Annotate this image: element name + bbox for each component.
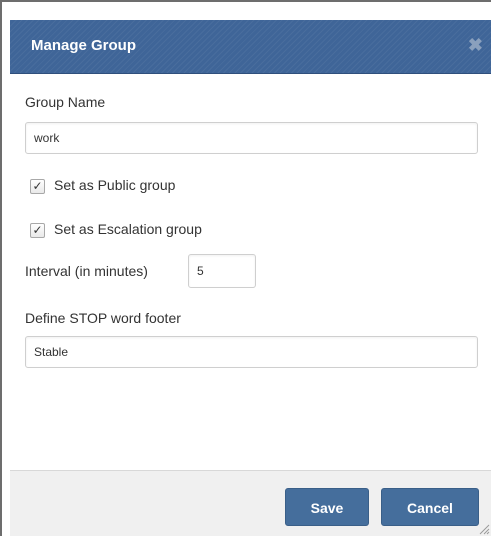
group-name-label: Group Name bbox=[25, 94, 106, 110]
check-icon: ✓ bbox=[32, 223, 43, 237]
group-name-input[interactable] bbox=[25, 122, 478, 154]
escalation-group-label: Set as Escalation group bbox=[54, 221, 202, 237]
save-button[interactable]: Save bbox=[285, 488, 369, 526]
dialog-body: Group Name ✓ Set as Public group ✓ Set a… bbox=[10, 74, 491, 470]
stop-footer-input[interactable] bbox=[25, 336, 478, 368]
interval-input[interactable] bbox=[188, 254, 256, 288]
dialog-title: Manage Group bbox=[31, 37, 137, 54]
stop-footer-label: Define STOP word footer bbox=[25, 310, 181, 326]
manage-group-dialog: Manage Group ✖ Group Name ✓ Set as Publi… bbox=[0, 0, 491, 536]
cancel-button[interactable]: Cancel bbox=[381, 488, 479, 526]
check-icon: ✓ bbox=[32, 179, 43, 193]
interval-label: Interval (in minutes) bbox=[25, 263, 148, 279]
dialog-header: Manage Group ✖ bbox=[10, 20, 491, 74]
escalation-group-checkbox[interactable]: ✓ bbox=[30, 223, 45, 238]
public-group-checkbox[interactable]: ✓ bbox=[30, 179, 45, 194]
public-group-label: Set as Public group bbox=[54, 177, 176, 193]
dialog-footer: Save Cancel bbox=[10, 470, 491, 536]
resize-grip-icon[interactable] bbox=[478, 523, 490, 535]
close-icon[interactable]: ✖ bbox=[468, 34, 483, 56]
